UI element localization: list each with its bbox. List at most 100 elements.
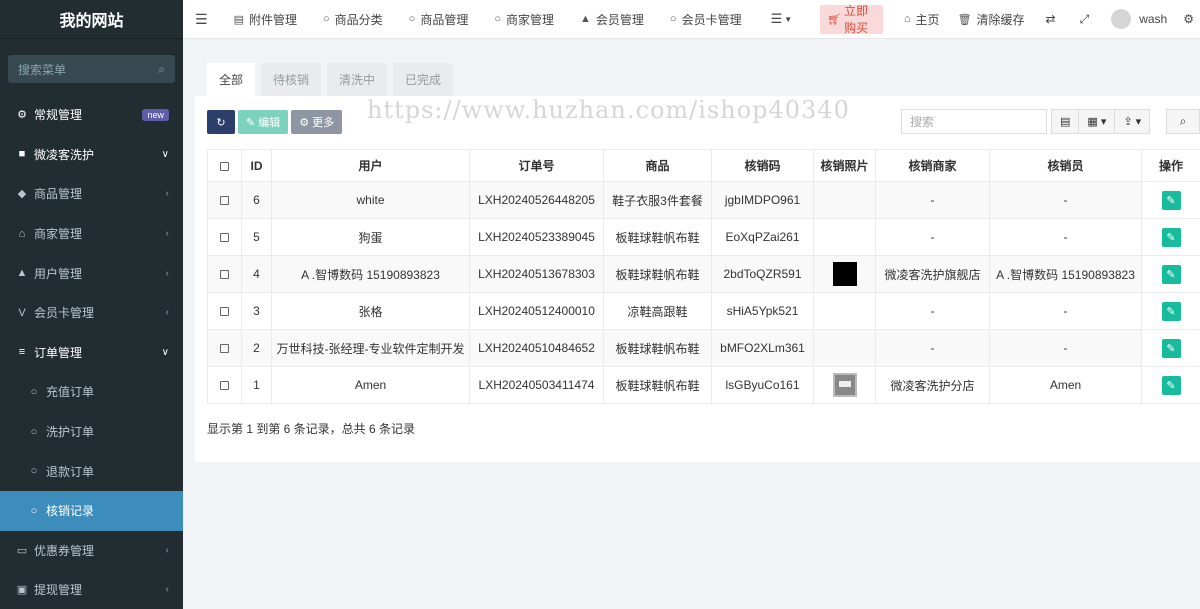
topbar-nav-item[interactable]: ○ 会员卡管理 [657,0,755,39]
operation-cell: ✎ [1141,366,1200,404]
sidebar-item-label: 微凌客洗护 [34,147,95,162]
column-header[interactable]: 核销商家 [875,149,990,182]
topbar: ☰ ▤ 附件管理 ○ 商品分类 ○ 商品管理 ○ 商家管理 ▲ 会员管理 ○ 会员卡管理 ☰ ▼ 🛒︎… [183,0,1200,39]
hamburger-menu-icon[interactable]: ☰ [183,0,221,39]
column-header[interactable]: 核销员 [989,149,1142,182]
sidebar-item[interactable]: ○ 退款订单 [0,451,183,491]
topbar-nav-label: 商品管理 [420,12,469,27]
sidebar-item-label: 充值订单 [46,385,95,400]
topbar-nav-item[interactable]: ▤ 附件管理 [221,0,310,39]
table-row: 5 狗蛋 LXH20240523389045 板鞋球鞋帆布鞋 EoXqPZai261 - -… [207,218,1200,256]
column-header[interactable]: 核销照片 [813,149,876,182]
verification-photo[interactable] [832,262,857,286]
buy-now-button[interactable]: 🛒︎ 立即购买 [820,4,883,35]
column-header[interactable]: 订单号 [469,149,604,182]
list-icon: ☰ [770,11,783,26]
status-tab[interactable]: 清洗中 [327,63,388,96]
pencil-icon: ✎ [1166,231,1176,244]
row-checkbox[interactable] [207,255,242,293]
circle-icon: ○ [30,425,38,438]
menu-search-input[interactable]: 搜索菜单 ⌕ [8,55,175,83]
site-title[interactable]: 我的网站 [0,0,183,39]
cell-id: 1 [241,366,272,404]
chevron-left-icon: ‹ [165,584,169,596]
export-dropdown[interactable]: ⇪ ▾ [1114,109,1151,134]
row-checkbox[interactable] [207,329,242,367]
sidebar-item[interactable]: V 会员卡管理 ‹ [0,293,183,333]
row-checkbox[interactable] [207,366,242,404]
table-search-input[interactable]: 搜索 [901,109,1047,134]
sidebar-menu: ⚙ 常规管理 new ■ 微凌客洗护 ∨ ◆ 商品管理 ‹ ⌂ 商家管理 ‹ ▲ 用户管理 ‹ V 会员卡管理 ‹… [0,95,183,609]
verification-photo-cell [813,366,876,404]
row-checkbox[interactable] [207,218,242,256]
sidebar-item[interactable]: ○ 核销记录 [0,490,183,531]
row-checkbox[interactable] [207,181,242,219]
row-edit-button[interactable]: ✎ [1161,190,1181,210]
verification-photo[interactable] [832,373,857,397]
sidebar-item-label: 用户管理 [34,266,83,281]
sidebar-item-label: 核销记录 [46,504,95,519]
cell-id: 6 [241,181,272,219]
fullscreen-icon[interactable]: ⤢ [1068,0,1102,39]
status-tab[interactable]: 待核销 [261,63,322,96]
toggle-view-button[interactable]: ▤ [1051,109,1080,134]
cell-product: 板鞋球鞋帆布鞋 [603,329,712,367]
column-header[interactable]: 商品 [603,149,712,182]
list-icon: ≡ [18,346,26,359]
sidebar-item-label: 提现管理 [34,583,83,598]
sidebar-item[interactable]: ○ 充值订单 [0,372,183,412]
topbar-nav-item[interactable]: ○ 商品管理 [396,0,482,39]
gear-icon[interactable]: ⚙ [1177,0,1200,39]
sidebar-item[interactable]: ○ 洗护订单 [0,412,183,452]
row-checkbox[interactable] [207,292,242,330]
status-tab[interactable]: 全部 [207,63,256,96]
column-header[interactable]: 操作 [1141,149,1200,182]
more-button[interactable]: ⚙ 更多 [291,110,343,134]
user-menu[interactable]: wash [1101,0,1177,39]
chevron-left-icon: ‹ [165,188,169,200]
cell-merchant: - [875,181,990,219]
circle-icon: ○ [408,13,416,25]
cell-id: 5 [241,218,272,256]
cell-code: EoXqPZai261 [711,218,814,256]
sidebar-item-label: 优惠券管理 [34,543,95,558]
home-link[interactable]: ⌂ 主页 [895,0,949,39]
topbar-list-dropdown[interactable]: ☰ ▼ [755,0,809,39]
clear-cache-button[interactable]: 🗑︎ 清除缓存 [949,0,1034,39]
sidebar-item[interactable]: ≡ 订单管理 ∨ [0,333,183,373]
topbar-nav-label: 会员卡管理 [681,12,742,27]
sidebar-item[interactable]: ▭ 优惠券管理 ‹ [0,531,183,571]
edit-button[interactable]: ✎ 编辑 [238,110,289,134]
status-tab[interactable]: 已完成 [393,63,454,96]
chevron-down-icon: ∨ [161,148,169,160]
advanced-search-button[interactable]: ⌕ [1166,109,1200,134]
sidebar-item[interactable]: ▣ 提现管理 ‹ [0,570,183,609]
verification-photo-cell [813,218,876,256]
row-edit-button[interactable]: ✎ [1161,338,1181,358]
sidebar-item[interactable]: ◆ 商品管理 ‹ [0,174,183,214]
row-edit-button[interactable]: ✎ [1161,264,1181,284]
sidebar-item[interactable]: ⚙ 常规管理 new [0,95,183,135]
row-edit-button[interactable]: ✎ [1161,301,1181,321]
row-edit-button[interactable]: ✎ [1161,227,1181,247]
sidebar-item[interactable]: ■ 微凌客洗护 ∨ [0,135,183,175]
refresh-button[interactable]: ↻ [207,110,235,134]
select-all-checkbox[interactable] [207,149,242,182]
row-edit-button[interactable]: ✎ [1161,375,1181,395]
language-icon[interactable]: ⇄ [1034,0,1068,39]
sidebar-item[interactable]: ⌂ 商家管理 ‹ [0,214,183,254]
column-header[interactable]: ID [241,149,272,182]
vimeo-icon: V [18,306,26,319]
column-header[interactable]: 核销码 [711,149,814,182]
cell-staff: - [989,329,1142,367]
user-icon: ▲ [16,267,28,280]
topbar-nav-item[interactable]: ○ 商品分类 [310,0,396,39]
column-header[interactable]: 用户 [271,149,470,182]
topbar-nav-item[interactable]: ○ 商家管理 [481,0,567,39]
sidebar-item[interactable]: ▲ 用户管理 ‹ [0,253,183,293]
menu-search-placeholder: 搜索菜单 [18,62,67,77]
topbar-nav-item[interactable]: ▲ 会员管理 [567,0,657,39]
chevron-left-icon: ‹ [165,228,169,240]
cube-icon: ◆ [17,188,27,201]
columns-dropdown[interactable]: ▦ ▾ [1078,109,1116,134]
